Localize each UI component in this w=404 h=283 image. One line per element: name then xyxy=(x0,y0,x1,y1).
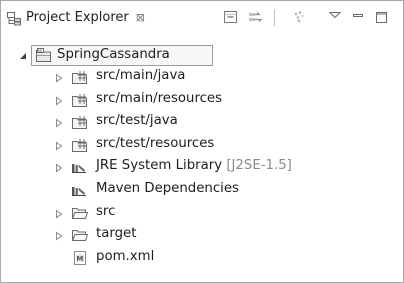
maximize-icon[interactable] xyxy=(374,9,390,25)
tab-project-explorer[interactable]: Project Explorer ⊠ xyxy=(1,1,173,34)
minimize-icon[interactable] xyxy=(351,9,367,25)
maven-pom-file-icon: M xyxy=(71,250,89,266)
source-folder-icon xyxy=(71,69,89,85)
tree-item-label[interactable]: src/main/java xyxy=(96,68,185,83)
library-icon xyxy=(71,159,89,175)
folder-icon xyxy=(71,205,89,221)
collapsed-twisty-icon[interactable] xyxy=(54,208,64,219)
collapsed-twisty-icon[interactable] xyxy=(54,230,64,241)
tree-item-label[interactable]: Maven Dependencies xyxy=(96,181,239,196)
tree-item-label[interactable]: pom.xml xyxy=(96,249,154,264)
source-folder-icon xyxy=(71,92,89,108)
tree-item-label[interactable]: src xyxy=(96,204,115,219)
tree-item-label[interactable]: JRE System Library [J2SE-1.5] xyxy=(96,158,292,173)
tree-item-decoration: [J2SE-1.5] xyxy=(222,158,292,174)
tree-item-label[interactable]: src/test/java xyxy=(96,113,178,128)
view-tab-bar: Project Explorer ⊠ xyxy=(1,1,403,34)
tree-item-label[interactable]: target xyxy=(96,226,136,241)
view-menu-icon[interactable] xyxy=(328,9,344,25)
tree-item-label[interactable]: src/test/resources xyxy=(96,136,214,151)
collapsed-twisty-icon[interactable] xyxy=(54,162,64,173)
tree-item-text: Maven Dependencies xyxy=(96,181,239,196)
folder-icon xyxy=(71,227,89,243)
tree-item-text: src xyxy=(96,203,116,219)
tree-item-text: target xyxy=(96,226,137,242)
tree-item-text: JRE System Library xyxy=(96,158,223,174)
view-title: Project Explorer xyxy=(26,10,129,25)
maven-project-icon: M J xyxy=(35,47,53,63)
collapse-all-icon[interactable] xyxy=(223,9,239,25)
library-icon xyxy=(71,182,89,198)
toolbar-separator xyxy=(274,9,275,26)
project-explorer-view: Project Explorer ⊠ M J SpringCassandra s… xyxy=(0,0,404,283)
expanded-twisty-icon[interactable] xyxy=(18,50,28,60)
source-folder-icon xyxy=(71,137,89,153)
svg-text:J: J xyxy=(40,49,42,53)
tree-item-label[interactable]: src/main/resources xyxy=(96,91,222,106)
link-with-editor-icon[interactable] xyxy=(247,9,263,25)
tree-item-text: pom.xml xyxy=(96,248,155,264)
tree-item-text: src/test/java xyxy=(96,113,178,129)
collapsed-twisty-icon[interactable] xyxy=(54,72,64,83)
collapsed-twisty-icon[interactable] xyxy=(54,95,64,106)
collapsed-twisty-icon[interactable] xyxy=(54,117,64,128)
collapsed-twisty-icon[interactable] xyxy=(54,140,64,151)
tree-item-text: src/main/resources xyxy=(96,90,223,106)
project-explorer-icon xyxy=(6,10,22,26)
close-icon[interactable]: ⊠ xyxy=(136,11,145,24)
filter-icon[interactable] xyxy=(292,9,308,25)
tree-item-text: src/main/java xyxy=(96,68,186,83)
svg-text:M: M xyxy=(76,255,83,263)
tree-item-text: src/test/resources xyxy=(96,135,215,151)
source-folder-icon xyxy=(71,114,89,130)
project-label: SpringCassandra xyxy=(57,47,170,62)
